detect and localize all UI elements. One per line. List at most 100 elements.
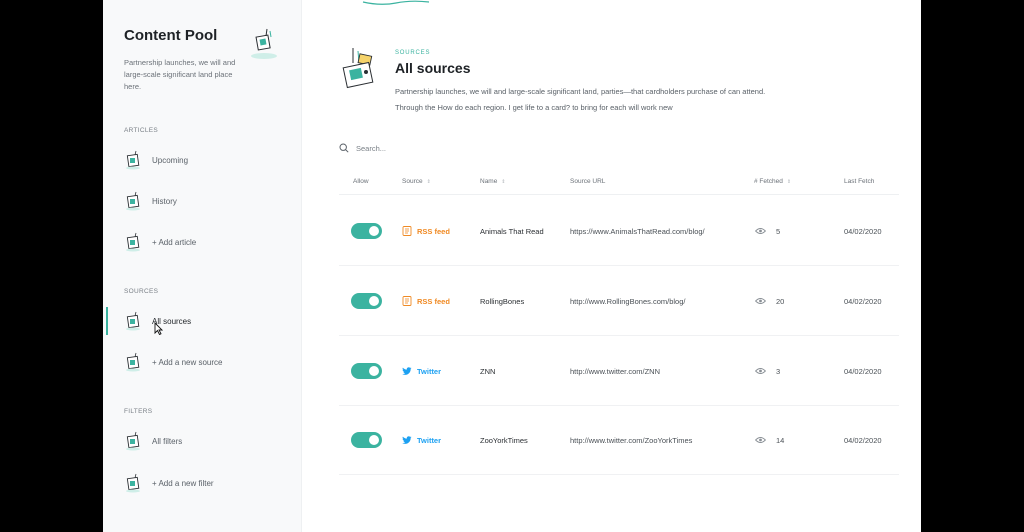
toggle-knob <box>369 296 379 306</box>
source-type-label: Twitter <box>417 366 442 376</box>
app-title: Content Pool <box>124 27 218 44</box>
cell-url: http://www.twitter.com/ZNN <box>570 337 660 405</box>
section-label-sources: SOURCES <box>124 288 159 295</box>
cell-fetched: 3 <box>755 337 780 405</box>
sidebar-item-label: + Add article <box>152 237 197 247</box>
filter-illustration-icon <box>126 431 140 451</box>
cell-allow <box>351 267 382 335</box>
allow-toggle[interactable] <box>351 432 382 448</box>
article-illustration-icon <box>126 232 140 252</box>
cell-name: RollingBones <box>480 267 524 335</box>
rss-feed-icon <box>402 296 412 306</box>
toggle-knob <box>369 226 379 236</box>
eye-icon <box>755 228 766 234</box>
allow-toggle[interactable] <box>351 293 382 309</box>
sort-icon: ⇕ <box>426 178 431 185</box>
sidebar-item-all-filters[interactable]: All filters <box>123 430 293 452</box>
sidebar-item-add-filter[interactable]: + Add a new filter <box>123 472 293 494</box>
allow-toggle[interactable] <box>351 223 382 239</box>
sidebar-item-upcoming[interactable]: Upcoming <box>123 149 293 171</box>
twitter-bird-icon <box>402 367 412 375</box>
page-kicker: SOURCES <box>395 50 431 56</box>
source-type-label: RSS feed <box>417 296 450 306</box>
sidebar-item-history[interactable]: History <box>123 190 293 212</box>
source-name: ZooYorkTimes <box>480 435 528 445</box>
source-url-link[interactable]: http://www.twitter.com/ZooYorkTimes <box>570 436 692 445</box>
sidebar-item-label: + Add a new source <box>152 357 223 367</box>
search-bar <box>339 140 539 156</box>
app-description: Partnership launches, we will and large-… <box>124 58 236 91</box>
cell-name: Animals That Read <box>480 197 544 265</box>
source-name: Animals That Read <box>480 226 544 236</box>
article-illustration-icon <box>126 191 140 211</box>
column-header-label: Source <box>402 178 423 185</box>
cell-url: https://www.AnimalsThatRead.com/blog/ <box>570 197 705 265</box>
cell-source: RSS feed <box>402 197 450 265</box>
source-name: RollingBones <box>480 296 525 306</box>
table-row: Twitter ZNN http://www.twitter.com/ZNN 3 04/… <box>339 337 899 406</box>
column-header-label: # Fetched <box>754 178 783 185</box>
cell-name: ZNN <box>480 337 495 405</box>
fetched-count: 3 <box>776 366 781 376</box>
column-header-source[interactable]: Source ⇕ <box>402 178 431 185</box>
column-header-allow[interactable]: Allow <box>353 178 369 185</box>
search-icon <box>339 143 349 153</box>
sort-icon: ⇕ <box>786 178 792 185</box>
source-name: ZNN <box>480 366 496 376</box>
cell-last-fetch: 04/02/2020 <box>844 267 882 335</box>
eye-icon <box>755 437 766 443</box>
sidebar-item-add-article[interactable]: + Add article <box>123 231 293 253</box>
sidebar-item-label: Upcoming <box>152 155 189 165</box>
fetched-count: 20 <box>776 296 785 306</box>
column-header-label: Name <box>480 178 498 185</box>
last-fetch-date: 04/02/2020 <box>844 296 882 306</box>
last-fetch-date: 04/02/2020 <box>844 366 882 376</box>
column-header-fetched[interactable]: # Fetched ⇕ <box>754 178 791 185</box>
source-url-link[interactable]: https://www.AnimalsThatRead.com/blog/ <box>570 227 705 236</box>
sidebar-item-label: + Add a new filter <box>152 478 214 488</box>
cell-allow <box>351 337 382 405</box>
allow-toggle[interactable] <box>351 363 382 379</box>
cell-source: Twitter <box>402 406 441 474</box>
source-illustration-icon <box>126 352 140 372</box>
cell-url: http://www.RollingBones.com/blog/ <box>570 267 685 335</box>
sort-icon: ⇕ <box>501 178 506 185</box>
last-fetch-date: 04/02/2020 <box>844 226 882 236</box>
sidebar-item-all-sources[interactable]: All sources <box>123 310 293 332</box>
cell-url: http://www.twitter.com/ZooYorkTimes <box>570 406 692 474</box>
filter-illustration-icon <box>126 473 140 493</box>
cell-allow <box>351 406 382 474</box>
source-type-label: RSS feed <box>417 226 450 236</box>
source-url-link[interactable]: http://www.RollingBones.com/blog/ <box>570 297 685 306</box>
section-label-filters: FILTERS <box>124 408 153 415</box>
search-input[interactable] <box>356 143 526 153</box>
sidebar-item-label: History <box>152 196 177 206</box>
fetched-count: 14 <box>776 435 785 445</box>
sidebar-item-add-source[interactable]: + Add a new source <box>123 351 293 373</box>
cell-fetched: 20 <box>755 267 784 335</box>
column-header-url[interactable]: Source URL <box>570 178 605 185</box>
table-row: RSS feed RollingBones http://www.RollingBo… <box>339 267 899 336</box>
cell-last-fetch: 04/02/2020 <box>844 337 882 405</box>
cell-last-fetch: 04/02/2020 <box>844 197 882 265</box>
column-header-name[interactable]: Name ⇕ <box>480 178 506 185</box>
page-description: Partnership launches, we will and large-… <box>395 87 766 112</box>
sidebar: Content Pool Partnership launches, we wi… <box>103 0 302 532</box>
cell-allow <box>351 197 382 265</box>
source-type-label: Twitter <box>417 435 442 445</box>
table-header: Allow Source ⇕ Name ⇕ Source URL # Fetched… <box>339 170 899 195</box>
last-fetch-date: 04/02/2020 <box>844 435 882 445</box>
rss-feed-icon <box>402 226 412 236</box>
table-row: Twitter ZooYorkTimes http://www.twitter.co… <box>339 406 899 475</box>
content-pool-logo-icon <box>251 28 277 59</box>
cell-source: RSS feed <box>402 267 450 335</box>
column-header-label: Allow <box>353 178 369 185</box>
active-indicator <box>106 307 108 335</box>
source-url-link[interactable]: http://www.twitter.com/ZNN <box>570 367 660 376</box>
column-header-label: Last Fetch <box>844 178 875 185</box>
article-illustration-icon <box>126 150 140 170</box>
sources-illustration-icon <box>342 48 374 89</box>
column-header-last-fetch[interactable]: Last Fetch <box>844 178 874 185</box>
fetched-count: 5 <box>776 226 781 236</box>
toggle-knob <box>369 366 379 376</box>
